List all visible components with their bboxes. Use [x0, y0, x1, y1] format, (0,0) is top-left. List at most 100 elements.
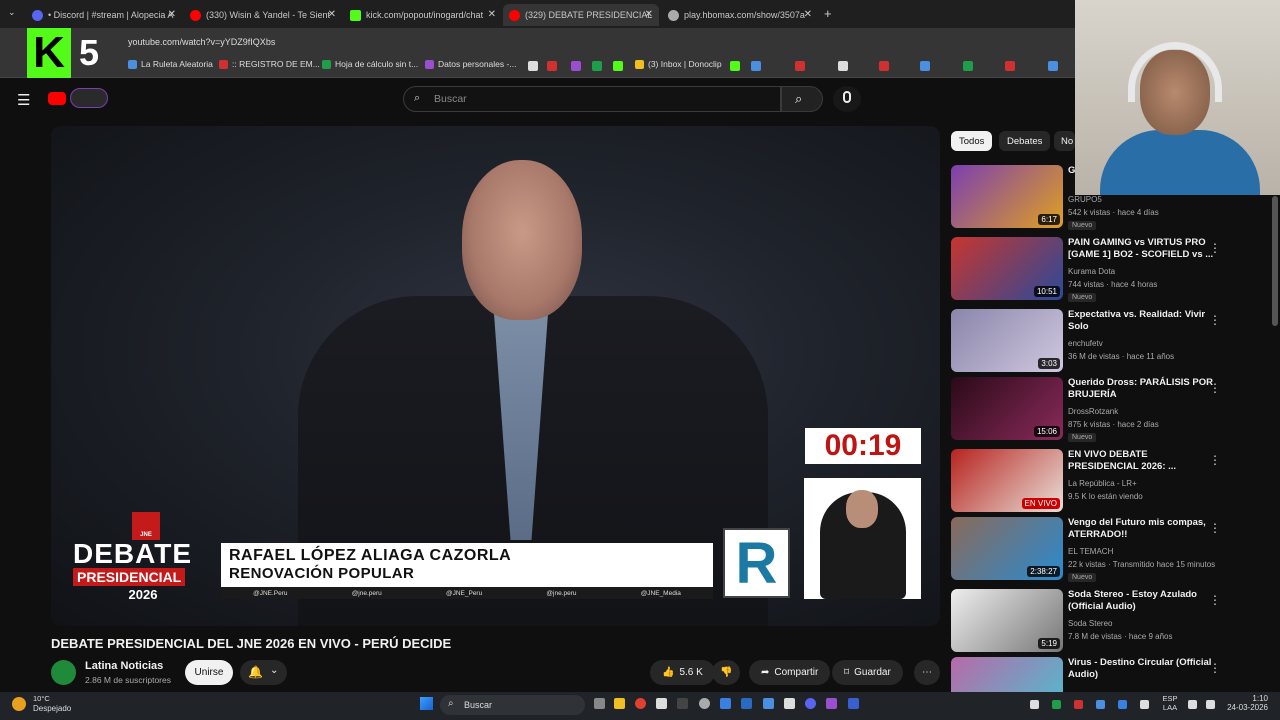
- recommended-video[interactable]: 2:38:27 Vengo del Futuro mis compas, ATE…: [951, 517, 1251, 582]
- chip-no[interactable]: No: [1054, 131, 1075, 151]
- tab-wisin[interactable]: (330) Wisin & Yandel - Te Sient ✕: [184, 4, 342, 26]
- video-thumbnail[interactable]: 6:17: [951, 165, 1063, 228]
- steam-icon[interactable]: [741, 698, 752, 709]
- bookmark-icon[interactable]: [528, 61, 538, 71]
- discord-icon[interactable]: [805, 698, 816, 709]
- join-button[interactable]: Unirse: [185, 660, 233, 685]
- video-thumbnail[interactable]: 2:38:27: [951, 517, 1063, 580]
- recommended-video[interactable]: EN VIVO EN VIVO DEBATE PRESIDENCIAL 2026…: [951, 449, 1251, 513]
- channel-avatar[interactable]: [51, 660, 76, 685]
- bookmark-icon[interactable]: [547, 61, 557, 71]
- close-tab-icon[interactable]: ✕: [488, 9, 496, 20]
- video-thumbnail[interactable]: 3:03: [951, 309, 1063, 372]
- bookmark-hoja-calculo[interactable]: Hoja de cálculo sin t...: [322, 59, 418, 69]
- close-tab-icon[interactable]: ✕: [645, 9, 653, 20]
- chrome-icon[interactable]: [635, 698, 646, 709]
- channel-name[interactable]: Latina Noticias: [85, 660, 163, 672]
- bookmark-icon[interactable]: [571, 61, 581, 71]
- doodle-logo[interactable]: [70, 88, 108, 108]
- tab-hbomax[interactable]: play.hbomax.com/show/3507a ✕: [662, 4, 818, 26]
- video-thumbnail[interactable]: [951, 657, 1063, 692]
- bookmark-icon[interactable]: [1048, 61, 1058, 71]
- recommended-video[interactable]: 10:51 PAIN GAMING vs VIRTUS PRO [GAME 1]…: [951, 237, 1251, 302]
- more-options-icon[interactable]: ⋮: [1209, 241, 1221, 255]
- bookmark-donoclip[interactable]: (3) Inbox | Donoclip: [635, 59, 722, 69]
- recommended-video[interactable]: 15:06 Querido Dross: PARÁLISIS POR BRUJE…: [951, 377, 1251, 442]
- weather-temp[interactable]: 10°C: [33, 694, 50, 703]
- bookmark-icon[interactable]: [879, 61, 889, 71]
- more-options-icon[interactable]: ⋮: [1209, 453, 1221, 467]
- new-tab-icon[interactable]: +: [824, 6, 832, 21]
- tab-discord[interactable]: • Discord | #stream | Alopecia A ✕: [26, 4, 182, 26]
- bookmark-icon[interactable]: [730, 61, 740, 71]
- recommended-video[interactable]: 5:19 Soda Stereo - Estoy Azulado (Offici…: [951, 589, 1251, 653]
- more-options-icon[interactable]: ⋮: [1209, 313, 1221, 327]
- share-button[interactable]: ➦ Compartir: [749, 660, 831, 685]
- more-options-icon[interactable]: ⋮: [1209, 661, 1221, 675]
- bookmark-icon[interactable]: [795, 61, 805, 71]
- tray-icon[interactable]: [1030, 700, 1039, 709]
- tray-icon[interactable]: [1074, 700, 1083, 709]
- bookmark-ruleta[interactable]: La Ruleta Aleatoria: [128, 59, 213, 69]
- video-thumbnail[interactable]: 10:51: [951, 237, 1063, 300]
- language-indicator[interactable]: ESP LAA: [1160, 694, 1180, 712]
- video-thumbnail[interactable]: EN VIVO: [951, 449, 1063, 512]
- bookmark-datos[interactable]: Datos personales -...: [425, 59, 516, 69]
- more-options-icon[interactable]: ⋮: [1209, 593, 1221, 607]
- bookmark-icon[interactable]: [1005, 61, 1015, 71]
- tab-list-chevron-icon[interactable]: ⌄: [8, 7, 16, 18]
- search-button[interactable]: ⌕: [781, 86, 823, 112]
- close-tab-icon[interactable]: ✕: [168, 9, 176, 20]
- menu-icon[interactable]: ☰: [17, 91, 30, 109]
- wifi-icon[interactable]: [1188, 700, 1197, 709]
- app-icon[interactable]: [699, 698, 710, 709]
- url-text[interactable]: youtube.com/watch?v=yYDZ9fIQXbs: [128, 37, 275, 47]
- recommended-video[interactable]: 3:03 Expectativa vs. Realidad: Vivir Sol…: [951, 309, 1251, 373]
- close-tab-icon[interactable]: ✕: [328, 9, 336, 20]
- chip-todos[interactable]: Todos: [951, 131, 993, 151]
- more-options-icon[interactable]: ⋮: [1209, 381, 1221, 395]
- app-icon[interactable]: [826, 698, 837, 709]
- like-button[interactable]: 👍 5.6 K: [650, 660, 715, 685]
- file-explorer-icon[interactable]: [614, 698, 625, 709]
- windows-start-icon[interactable]: [420, 697, 433, 710]
- close-tab-icon[interactable]: ✕: [804, 9, 812, 20]
- bookmark-icon[interactable]: [920, 61, 930, 71]
- video-thumbnail[interactable]: 5:19: [951, 589, 1063, 652]
- tray-icon[interactable]: [1096, 700, 1105, 709]
- notification-bell-button[interactable]: 🔔 ⌄: [240, 660, 287, 685]
- app-icon[interactable]: [720, 698, 731, 709]
- more-actions-button[interactable]: ⋯: [914, 660, 940, 685]
- bookmark-registro[interactable]: :: REGISTRO DE EM...: [219, 59, 320, 69]
- more-options-icon[interactable]: ⋮: [1209, 521, 1221, 535]
- tray-icon[interactable]: [1118, 700, 1127, 709]
- app-icon[interactable]: [677, 698, 688, 709]
- page-scrollbar[interactable]: [1272, 196, 1278, 326]
- app-icon[interactable]: [656, 698, 667, 709]
- kick-icon[interactable]: [613, 61, 623, 71]
- app-icon[interactable]: [763, 698, 774, 709]
- bookmark-icon[interactable]: [751, 61, 761, 71]
- task-view-icon[interactable]: [594, 698, 605, 709]
- weather-icon[interactable]: [12, 697, 26, 711]
- tray-icon[interactable]: [1052, 700, 1061, 709]
- taskbar-clock[interactable]: 1:10 24-03-2026: [1224, 694, 1268, 712]
- video-thumbnail[interactable]: 15:06: [951, 377, 1063, 440]
- dislike-button[interactable]: 👎: [712, 660, 741, 685]
- app-icon[interactable]: [848, 698, 859, 709]
- weather-desc[interactable]: Despejado: [33, 704, 71, 713]
- youtube-logo-icon[interactable]: [48, 92, 66, 105]
- chip-debates[interactable]: Debates: [999, 131, 1051, 151]
- bookmark-icon[interactable]: [592, 61, 602, 71]
- voice-search-button[interactable]: [833, 86, 861, 112]
- volume-icon[interactable]: [1206, 700, 1215, 709]
- tab-debate[interactable]: (329) DEBATE PRESIDENCIAL ✕: [503, 4, 659, 26]
- app-icon[interactable]: [784, 698, 795, 709]
- bookmark-icon[interactable]: [963, 61, 973, 71]
- search-input[interactable]: ⌕ Buscar: [403, 86, 781, 112]
- tab-kick-chat[interactable]: kick.com/popout/inogard/chat ✕: [344, 4, 502, 26]
- tray-icon[interactable]: [1140, 700, 1149, 709]
- recommended-video[interactable]: Virus - Destino Circular (Official Audio…: [951, 657, 1251, 692]
- taskbar-search[interactable]: ⌕ Buscar: [440, 695, 585, 715]
- bookmark-icon[interactable]: [838, 61, 848, 71]
